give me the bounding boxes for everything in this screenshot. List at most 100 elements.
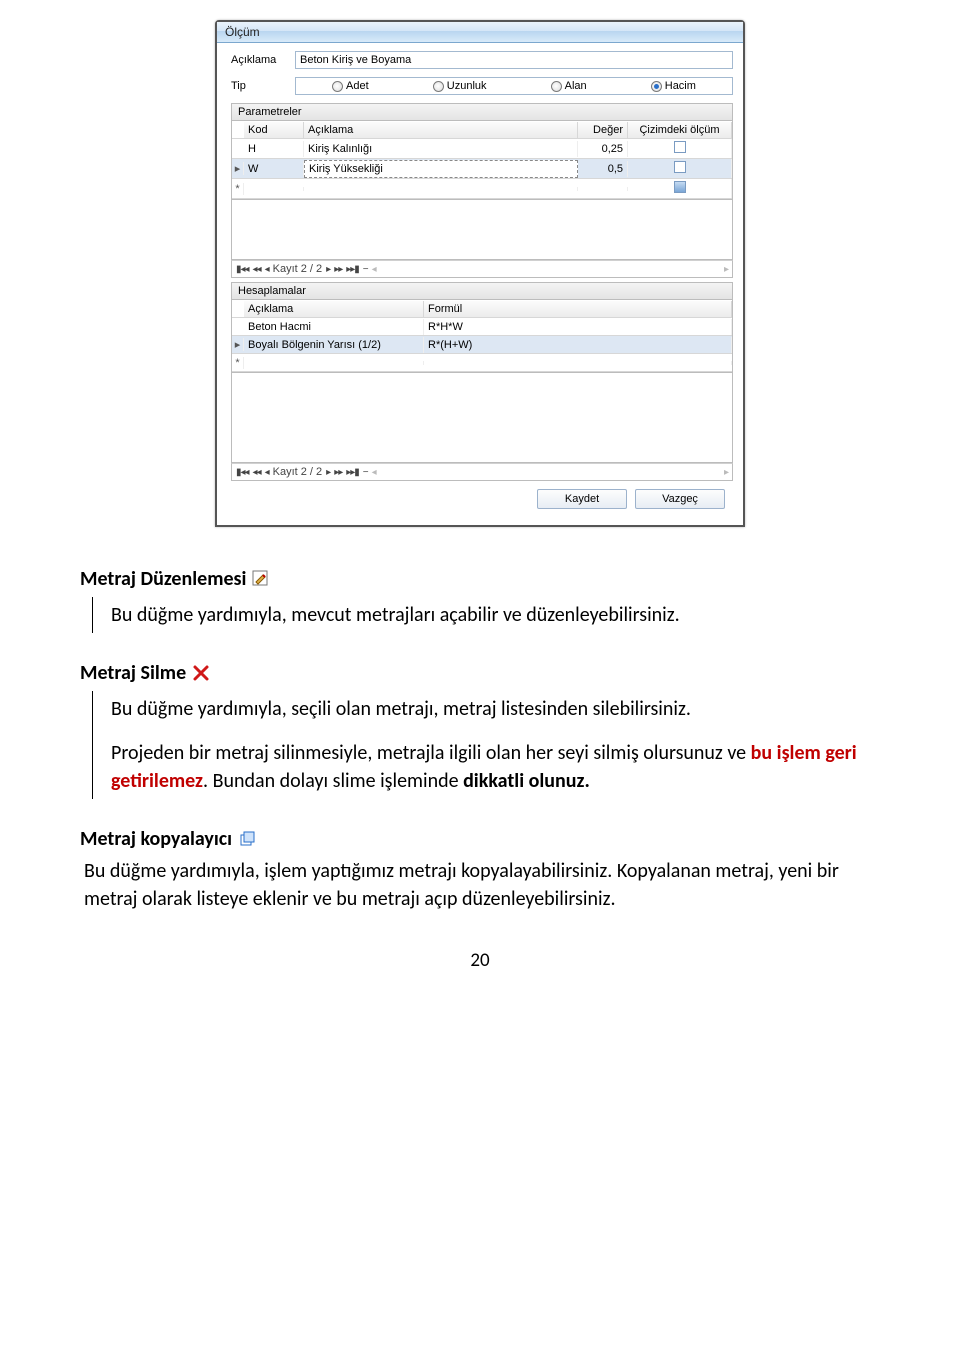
radio-group-tip: Adet Uzunluk Alan Hacim	[295, 77, 733, 95]
form-body: Açıklama Tip Adet Uzunluk Alan Hacim Par…	[217, 43, 743, 525]
nav-minus-icon[interactable]: −	[363, 264, 368, 275]
radio-icon	[551, 81, 562, 92]
radio-label: Adet	[346, 80, 369, 92]
nav-left-icon[interactable]: ◂	[372, 264, 376, 275]
table-row-new[interactable]: *	[232, 179, 732, 199]
radio-adet[interactable]: Adet	[332, 80, 369, 92]
text: Projeden bir metraj silinmesiyle, metraj…	[111, 741, 751, 765]
nav-left-icon[interactable]: ◂	[372, 467, 376, 478]
nav-record-label: Kayıt 2 / 2	[273, 263, 323, 275]
section-metraj-kopyalayici: Metraj kopyalayıcı Bu düğme yardımıyla, …	[80, 827, 880, 913]
body-edit: Bu düğme yardımıyla, mevcut metrajları a…	[92, 597, 880, 633]
cell-aciklama: Boyalı Bölgenin Yarısı (1/2)	[244, 337, 424, 353]
nav-nextpage-icon[interactable]: ▸▸	[334, 264, 342, 275]
col-aciklama: Açıklama	[304, 122, 578, 138]
new-row-indicator: *	[232, 357, 244, 369]
body-copy: Bu düğme yardımıyla, işlem yaptığımız me…	[84, 857, 880, 913]
page-number: 20	[80, 949, 880, 972]
grid-blank	[231, 373, 733, 463]
radio-label: Alan	[565, 80, 587, 92]
cell-formul: R*(H+W)	[424, 337, 732, 353]
nav-prev-icon[interactable]: ◂	[265, 264, 269, 275]
heading-copy: Metraj kopyalayıcı	[80, 827, 880, 851]
section-metraj-silme: Metraj Silme Bu düğme yardımıyla, seçili…	[80, 661, 880, 799]
nav-nextpage-icon[interactable]: ▸▸	[334, 467, 342, 478]
save-button[interactable]: Kaydet	[537, 489, 627, 509]
nav-prevpage-icon[interactable]: ◂◂	[253, 264, 261, 275]
grid-navigator: ▮◂◂ ◂◂ ◂ Kayıt 2 / 2 ▸ ▸▸ ▸▸▮ − ◂ ▸	[231, 463, 733, 481]
cancel-button[interactable]: Vazgeç	[635, 489, 725, 509]
heading-edit: Metraj Düzenlemesi	[80, 567, 880, 591]
nav-first-icon[interactable]: ▮◂◂	[236, 264, 249, 275]
nav-next-icon[interactable]: ▸	[326, 467, 330, 478]
row-tip: Tip Adet Uzunluk Alan Hacim	[231, 77, 733, 95]
grid-parametreler: Kod Açıklama Değer Çizimdeki ölçüm H Kir…	[231, 121, 733, 200]
window-title: Ölçüm	[217, 22, 743, 43]
table-row[interactable]: ▸ Boyalı Bölgenin Yarısı (1/2) R*(H+W)	[232, 336, 732, 354]
grid-hesaplamalar: Açıklama Formül Beton Hacmi R*H*W ▸ Boya…	[231, 300, 733, 373]
grid-header: Açıklama Formül	[232, 300, 732, 318]
row-indicator: ▸	[232, 162, 244, 175]
label-aciklama: Açıklama	[231, 54, 289, 66]
input-aciklama[interactable]	[295, 51, 733, 69]
heading-text: Metraj kopyalayıcı	[80, 827, 232, 851]
new-row-indicator: *	[232, 183, 244, 195]
table-row[interactable]: ▸ W Kiriş Yüksekliği 0,5	[232, 159, 732, 179]
col-kod: Kod	[244, 122, 304, 138]
cell-deger: 0,5	[578, 161, 628, 177]
text: . Bundan dolayı slime işleminde	[203, 769, 463, 793]
dialog-olcum: Ölçüm Açıklama Tip Adet Uzunluk Alan Hac…	[215, 20, 745, 527]
group-header-parametreler: Parametreler	[231, 103, 733, 121]
col-aciklama: Açıklama	[244, 301, 424, 317]
pencil-icon	[252, 570, 270, 588]
cell-aciklama: Kiriş Yüksekliği	[304, 160, 578, 178]
delete-x-icon	[192, 664, 210, 682]
radio-label: Uzunluk	[447, 80, 487, 92]
cell-kod: W	[244, 161, 304, 177]
nav-prevpage-icon[interactable]: ◂◂	[253, 467, 261, 478]
nav-next-icon[interactable]: ▸	[326, 264, 330, 275]
row-indicator: ▸	[232, 338, 244, 351]
group-header-hesaplamalar: Hesaplamalar	[231, 282, 733, 300]
heading-text: Metraj Düzenlemesi	[80, 567, 246, 591]
nav-right-icon[interactable]: ▸	[724, 264, 728, 275]
radio-icon	[332, 81, 343, 92]
cell-olcum	[628, 159, 732, 178]
cell-aciklama: Beton Hacmi	[244, 319, 424, 335]
cell-olcum	[628, 139, 732, 158]
col-formul: Formül	[424, 301, 732, 317]
nav-prev-icon[interactable]: ◂	[265, 467, 269, 478]
grid-header: Kod Açıklama Değer Çizimdeki ölçüm	[232, 121, 732, 139]
paragraph: Bu düğme yardımıyla, mevcut metrajları a…	[111, 601, 880, 629]
cell-kod: H	[244, 141, 304, 157]
nav-first-icon[interactable]: ▮◂◂	[236, 467, 249, 478]
table-row-new[interactable]: *	[232, 354, 732, 372]
radio-hacim[interactable]: Hacim	[651, 80, 696, 92]
radio-uzunluk[interactable]: Uzunluk	[433, 80, 487, 92]
nav-right-icon[interactable]: ▸	[724, 467, 728, 478]
col-deger: Değer	[578, 122, 628, 138]
radio-alan[interactable]: Alan	[551, 80, 587, 92]
checkbox-icon[interactable]	[674, 161, 686, 173]
table-row[interactable]: H Kiriş Kalınlığı 0,25	[232, 139, 732, 159]
row-aciklama: Açıklama	[231, 51, 733, 69]
heading-text: Metraj Silme	[80, 661, 186, 685]
paragraph: Projeden bir metraj silinmesiyle, metraj…	[111, 739, 880, 795]
heading-delete: Metraj Silme	[80, 661, 880, 685]
radio-label: Hacim	[665, 80, 696, 92]
table-row[interactable]: Beton Hacmi R*H*W	[232, 318, 732, 336]
grid-blank	[231, 200, 733, 260]
nav-minus-icon[interactable]: −	[363, 467, 368, 478]
paragraph: Bu düğme yardımıyla, seçili olan metrajı…	[111, 695, 880, 723]
nav-last-icon[interactable]: ▸▸▮	[346, 467, 359, 478]
nav-last-icon[interactable]: ▸▸▮	[346, 264, 359, 275]
checkbox-icon[interactable]	[674, 181, 686, 193]
checkbox-icon[interactable]	[674, 141, 686, 153]
bold-text: dikkatli olunuz.	[463, 769, 590, 793]
body-delete: Bu düğme yardımıyla, seçili olan metrajı…	[92, 691, 880, 799]
grid-navigator: ▮◂◂ ◂◂ ◂ Kayıt 2 / 2 ▸ ▸▸ ▸▸▮ − ◂ ▸	[231, 260, 733, 278]
button-row: Kaydet Vazgeç	[231, 481, 733, 517]
cell-formul: R*H*W	[424, 319, 732, 335]
radio-icon	[651, 81, 662, 92]
cell-aciklama: Kiriş Kalınlığı	[304, 141, 578, 157]
